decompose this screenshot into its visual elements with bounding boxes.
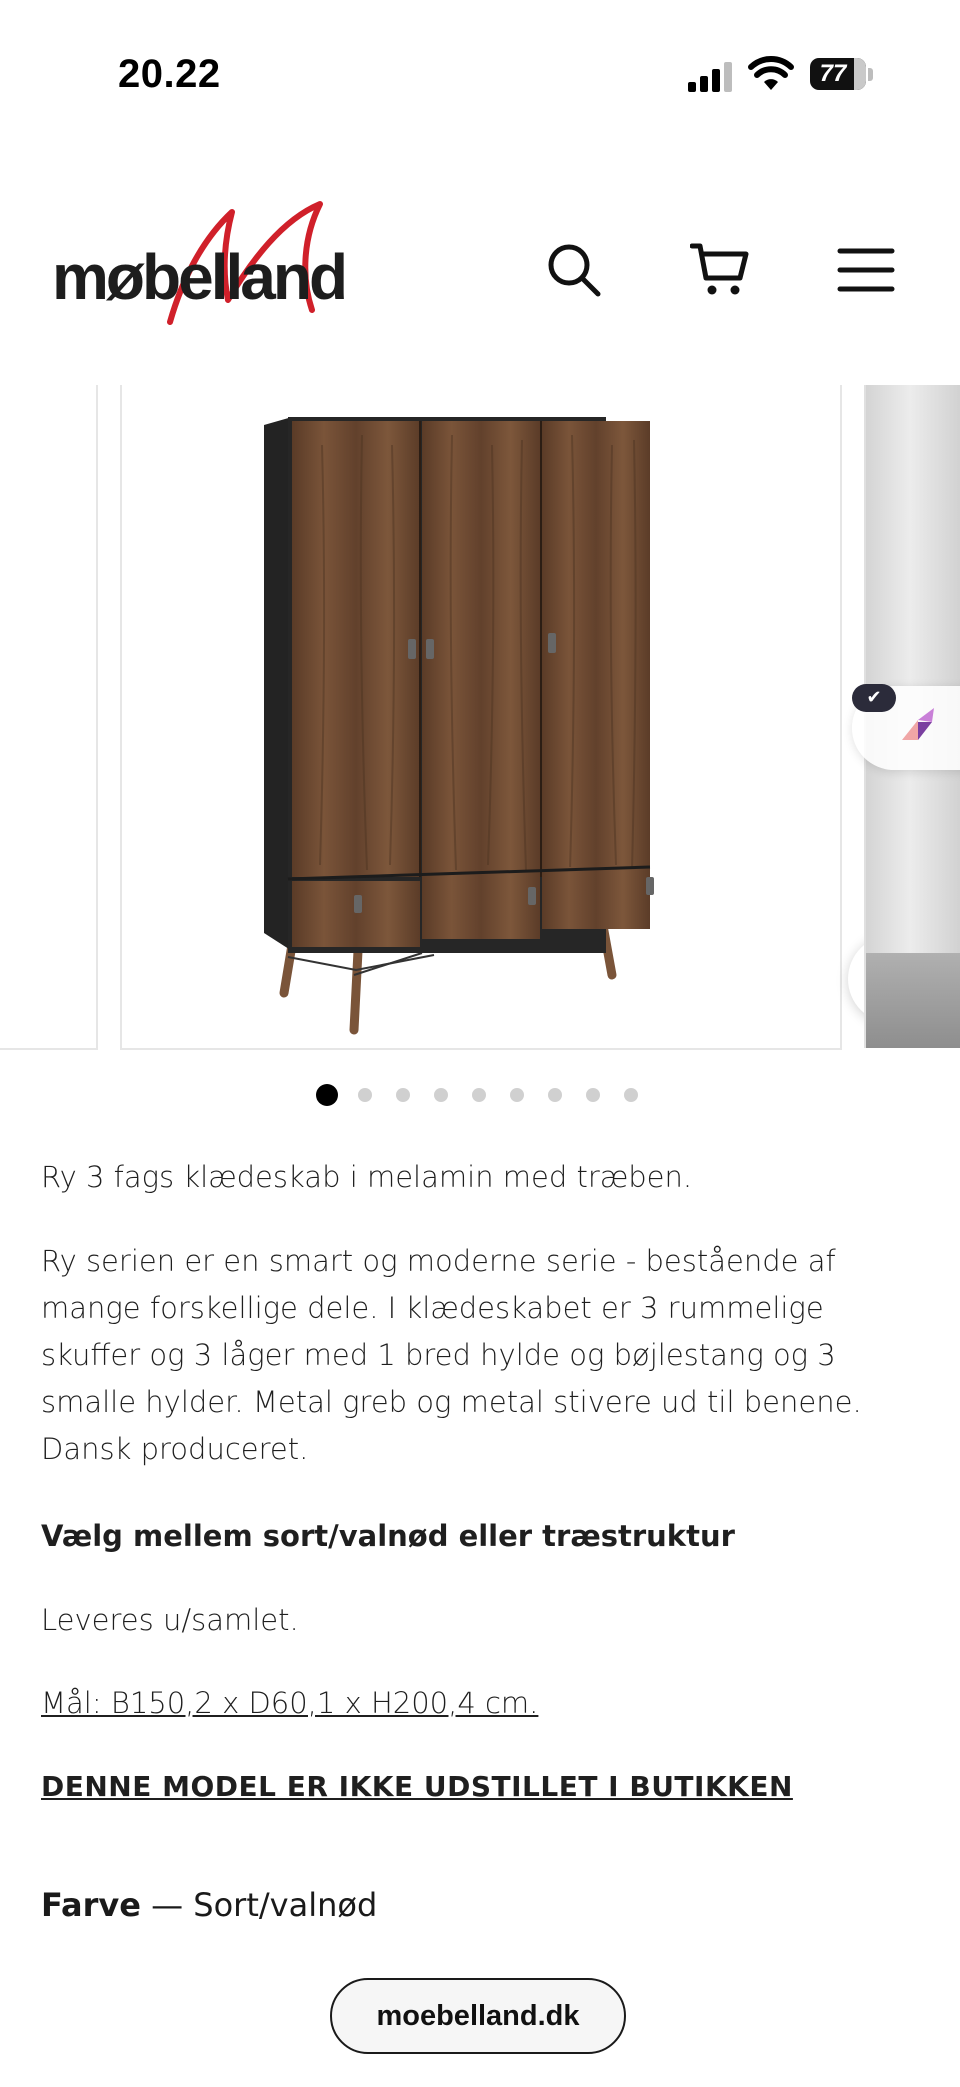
previous-slide[interactable] bbox=[0, 385, 98, 1050]
battery-icon: 77 bbox=[810, 58, 874, 92]
logo-wordmark: møbelland bbox=[52, 241, 348, 313]
carousel-dot-active[interactable] bbox=[316, 1084, 338, 1106]
carousel-dot[interactable] bbox=[396, 1088, 410, 1102]
carousel-dot[interactable] bbox=[358, 1088, 372, 1102]
cart-icon[interactable] bbox=[690, 240, 750, 300]
carousel-dot[interactable] bbox=[434, 1088, 448, 1102]
next-slide-floor bbox=[866, 953, 960, 1048]
color-selector-label[interactable]: Farve — Sort/valnød bbox=[41, 1886, 377, 1924]
product-image-wardrobe[interactable] bbox=[120, 385, 936, 1050]
product-image-carousel[interactable] bbox=[0, 385, 960, 1050]
color-label: Farve bbox=[41, 1886, 141, 1924]
carousel-dot[interactable] bbox=[586, 1088, 600, 1102]
product-description-text: Ry serien er en smart og moderne serie -… bbox=[41, 1244, 862, 1466]
carousel-dot[interactable] bbox=[472, 1088, 486, 1102]
product-intro: Ry 3 fags klædeskab i melamin med træben… bbox=[41, 1160, 693, 1194]
options-heading: Vælg mellem sort/valnød eller træstruktu… bbox=[41, 1519, 735, 1553]
battery-level: 77 bbox=[819, 60, 847, 87]
color-separator: — bbox=[140, 1886, 194, 1924]
wardrobe-illustration bbox=[264, 417, 654, 1035]
status-bar: 20.22 77 bbox=[0, 0, 960, 140]
menu-icon[interactable] bbox=[836, 240, 896, 300]
moebelland-logo[interactable]: møbelland bbox=[52, 200, 372, 325]
search-icon[interactable] bbox=[544, 240, 604, 300]
carousel-dot[interactable] bbox=[624, 1088, 638, 1102]
store-notice-link[interactable]: DENNE MODEL ER IKKE UDSTILLET I BUTIKKEN bbox=[41, 1763, 793, 1810]
status-time: 20.22 bbox=[118, 52, 221, 96]
delivery-info: Leveres u/samlet. bbox=[41, 1603, 299, 1637]
cellular-signal-icon bbox=[688, 62, 732, 92]
site-header: møbelland bbox=[0, 140, 960, 385]
browser-url-bar[interactable]: moebelland.dk bbox=[330, 1978, 626, 2054]
carousel-pagination bbox=[316, 1083, 662, 1107]
color-value: Sort/valnød bbox=[193, 1886, 378, 1924]
wifi-icon bbox=[748, 56, 794, 90]
assistant-logo-icon bbox=[902, 708, 934, 740]
assistant-check-badge: ✔ bbox=[852, 684, 896, 712]
carousel-dot[interactable] bbox=[548, 1088, 562, 1102]
carousel-dot[interactable] bbox=[510, 1088, 524, 1102]
dimensions-link[interactable]: Mål: B150,2 x D60,1 x H200,4 cm. bbox=[41, 1680, 538, 1727]
